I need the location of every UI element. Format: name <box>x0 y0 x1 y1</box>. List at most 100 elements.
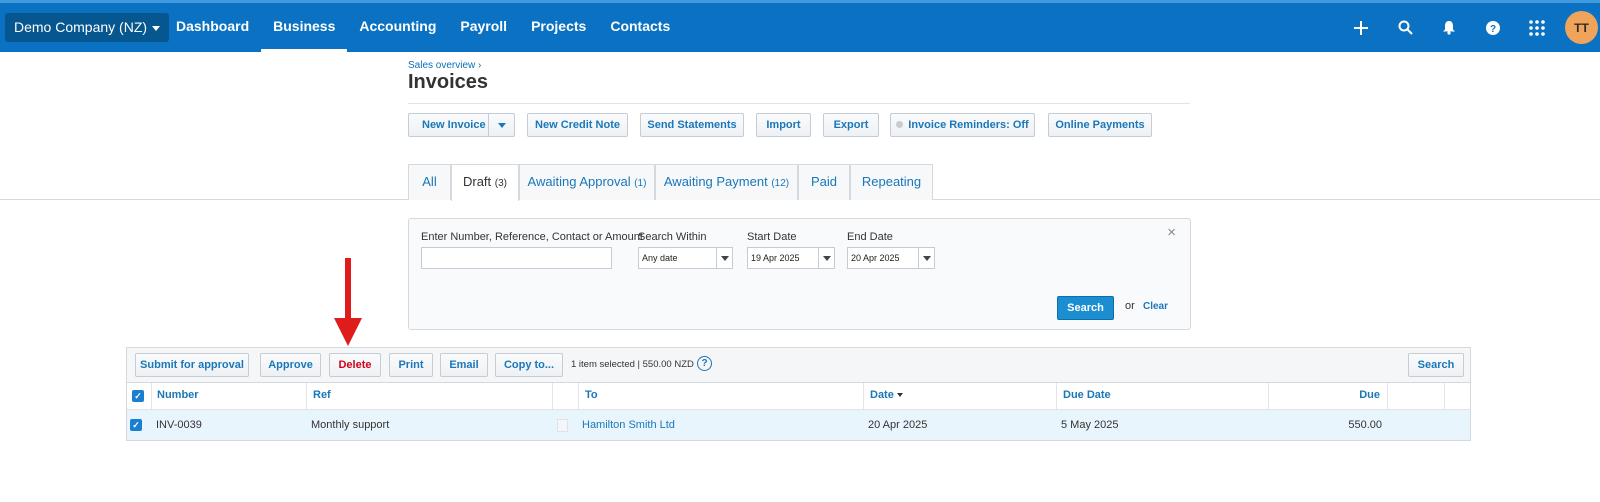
table-header: ✓ Number Ref To Date Due Date Due <box>127 383 1470 410</box>
tab-awaiting-payment[interactable]: Awaiting Payment (12) <box>655 164 798 200</box>
end-date-label: End Date <box>847 231 893 243</box>
nav-payroll[interactable]: Payroll <box>448 3 519 52</box>
new-invoice-button[interactable]: New Invoice <box>408 113 515 137</box>
search-within-select[interactable]: Any date <box>638 247 733 269</box>
row-contact-link[interactable]: Hamilton Smith Ltd <box>582 410 675 440</box>
column-divider <box>1387 383 1388 410</box>
column-due[interactable]: Due <box>1275 383 1380 409</box>
row-checkbox[interactable]: ✓ <box>130 419 142 431</box>
tab-label: Paid <box>810 174 838 189</box>
status-dot-icon <box>896 121 904 128</box>
invoice-reminders-button[interactable]: Invoice Reminders: Off <box>890 113 1035 137</box>
column-divider <box>1444 383 1445 410</box>
tab-paid[interactable]: Paid <box>798 164 850 200</box>
column-due-date[interactable]: Due Date <box>1063 383 1111 409</box>
end-date-value: 20 Apr 2025 <box>851 253 900 263</box>
nav-accounting[interactable]: Accounting <box>347 3 448 52</box>
online-payments-button[interactable]: Online Payments <box>1048 113 1152 137</box>
nav-projects[interactable]: Projects <box>519 3 598 52</box>
file-icon <box>557 419 568 432</box>
plus-icon[interactable] <box>1339 3 1383 52</box>
annotation-arrow-icon <box>345 258 351 320</box>
column-divider <box>578 383 579 410</box>
column-divider <box>1056 383 1057 410</box>
tab-count: (1) <box>634 178 647 189</box>
search-within-label: Search Within <box>638 231 707 243</box>
start-date-label: Start Date <box>747 231 797 243</box>
chevron-down-icon <box>918 248 934 268</box>
breadcrumb[interactable]: Sales overview › <box>408 60 481 71</box>
sort-desc-icon <box>896 393 903 398</box>
tab-all[interactable]: All <box>408 164 451 200</box>
tab-repeating[interactable]: Repeating <box>850 164 933 200</box>
tab-awaiting-approval[interactable]: Awaiting Approval (1) <box>519 164 655 200</box>
export-button[interactable]: Export <box>823 113 879 137</box>
end-date-select[interactable]: 20 Apr 2025 <box>847 247 935 269</box>
column-divider <box>863 383 864 410</box>
submit-for-approval-button[interactable]: Submit for approval <box>135 353 249 377</box>
start-date-select[interactable]: 19 Apr 2025 <box>747 247 835 269</box>
bell-icon[interactable] <box>1427 3 1471 52</box>
column-divider <box>552 383 553 410</box>
nav-dashboard[interactable]: Dashboard <box>164 3 261 52</box>
tab-label: Awaiting Payment <box>663 174 768 189</box>
main-nav: Dashboard Business Accounting Payroll Pr… <box>164 3 682 52</box>
column-divider <box>1268 383 1269 410</box>
apps-grid-icon[interactable] <box>1515 3 1559 52</box>
select-all-checkbox[interactable]: ✓ <box>132 390 144 402</box>
start-date-value: 19 Apr 2025 <box>751 253 800 263</box>
tab-count: (3) <box>494 178 508 189</box>
search-icon[interactable] <box>1383 3 1427 52</box>
annotation-arrow-head-icon <box>334 318 362 346</box>
column-ref[interactable]: Ref <box>313 383 331 409</box>
column-date[interactable]: Date <box>870 383 903 409</box>
tab-label: All <box>422 174 437 189</box>
chevron-down-icon <box>152 25 161 31</box>
new-invoice-dropdown[interactable] <box>488 114 514 136</box>
import-button[interactable]: Import <box>756 113 811 137</box>
organisation-switcher[interactable]: Demo Company (NZ) <box>5 13 170 42</box>
search-button[interactable]: Search <box>1057 296 1114 320</box>
search-filter-panel: × Enter Number, Reference, Contact or Am… <box>408 218 1191 330</box>
invoice-table: Submit for approval Approve Delete Print… <box>126 347 1471 441</box>
row-ref: Monthly support <box>311 419 390 431</box>
help-icon[interactable]: ? <box>1471 3 1515 52</box>
page-title: Invoices <box>408 71 489 93</box>
column-to[interactable]: To <box>585 383 598 409</box>
search-input[interactable] <box>421 247 612 269</box>
tab-label: Awaiting Approval <box>527 174 631 189</box>
email-button[interactable]: Email <box>440 353 488 377</box>
table-toolbar: Submit for approval Approve Delete Print… <box>127 348 1470 383</box>
send-statements-button[interactable]: Send Statements <box>640 113 744 137</box>
avatar[interactable]: TT <box>1565 11 1598 44</box>
approve-button[interactable]: Approve <box>260 353 321 377</box>
table-search-button[interactable]: Search <box>1408 353 1464 377</box>
clear-link[interactable]: Clear <box>1143 301 1168 312</box>
search-within-value: Any date <box>642 253 678 263</box>
organisation-name: Demo Company (NZ) <box>14 19 148 35</box>
svg-text:?: ? <box>1490 24 1496 35</box>
query-label: Enter Number, Reference, Contact or Amou… <box>421 231 643 243</box>
chevron-down-icon <box>716 248 732 268</box>
column-number[interactable]: Number <box>157 383 199 409</box>
print-button[interactable]: Print <box>389 353 433 377</box>
close-icon[interactable]: × <box>1167 224 1176 241</box>
column-date-label: Date <box>870 389 894 401</box>
divider <box>408 103 1190 104</box>
chevron-down-icon <box>498 123 506 128</box>
column-divider <box>306 383 307 410</box>
copy-to-button[interactable]: Copy to... <box>495 353 563 377</box>
invoice-reminders-label: Invoice Reminders: Off <box>908 119 1029 131</box>
row-date: 20 Apr 2025 <box>868 419 928 431</box>
new-credit-note-button[interactable]: New Credit Note <box>527 113 628 137</box>
table-row[interactable]: ✓ INV-0039 Monthly support Hamilton Smit… <box>127 410 1470 440</box>
tab-label: Repeating <box>861 174 922 189</box>
row-due-amount: 550.00 <box>1348 419 1382 431</box>
top-navigation-bar: Demo Company (NZ) Dashboard Business Acc… <box>0 0 1600 52</box>
tab-draft[interactable]: Draft (3) <box>451 164 519 201</box>
help-icon[interactable]: ? <box>697 356 712 371</box>
delete-button[interactable]: Delete <box>329 353 381 377</box>
chevron-down-icon <box>818 248 834 268</box>
nav-business[interactable]: Business <box>261 3 348 52</box>
nav-contacts[interactable]: Contacts <box>598 3 682 52</box>
